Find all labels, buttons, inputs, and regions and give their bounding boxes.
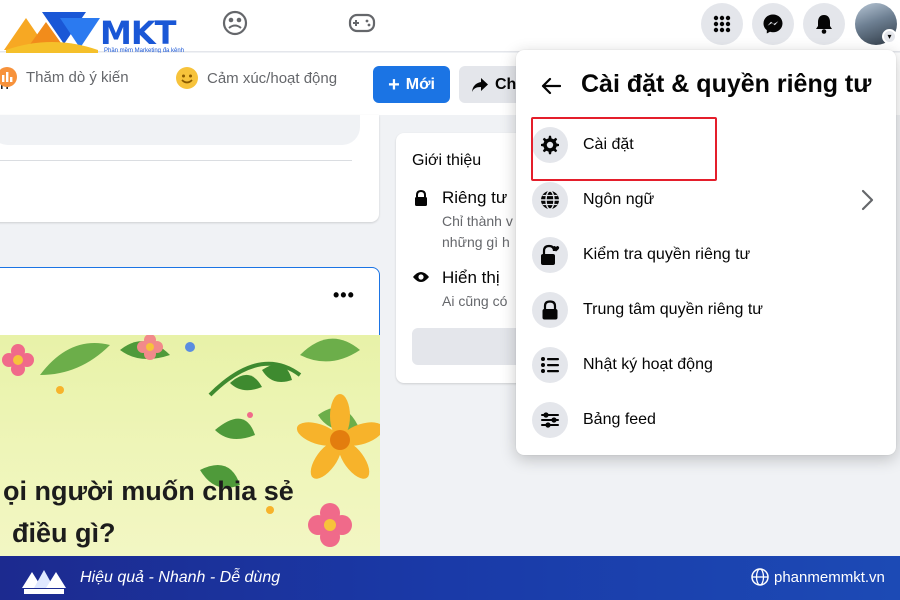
mkt-footer-logo bbox=[22, 570, 66, 594]
post-text-line: ọi người muốn chia sẻ bbox=[3, 476, 294, 506]
new-button[interactable]: + Mới bbox=[373, 66, 450, 103]
more-options-icon[interactable]: ••• bbox=[333, 285, 355, 306]
back-arrow-icon[interactable] bbox=[537, 72, 565, 100]
intro-visibility-title: Hiển thị bbox=[442, 268, 500, 287]
messenger-icon bbox=[763, 14, 783, 34]
menu-item-language[interactable]: Ngôn ngữ bbox=[522, 174, 890, 226]
lock-heart-icon bbox=[532, 237, 568, 273]
chevron-right-icon bbox=[861, 189, 874, 211]
gaming-icon[interactable] bbox=[345, 8, 379, 38]
intro-visibility-sub: Ai cũng có bbox=[442, 293, 508, 309]
feeling-label: Cảm xúc/hoạt động bbox=[207, 69, 338, 87]
poll-label: Thăm dò ý kiến bbox=[26, 68, 129, 86]
poll-action[interactable]: Thăm dò ý kiến bbox=[0, 66, 129, 88]
feeling-action[interactable]: Cảm xúc/hoạt động bbox=[175, 66, 337, 90]
smile-icon bbox=[176, 67, 198, 89]
intro-title: Giới thiệu bbox=[412, 152, 482, 169]
menu-item-label: Kiểm tra quyền riêng tư bbox=[583, 246, 751, 263]
highlight-box bbox=[531, 117, 717, 181]
new-button-label: Mới bbox=[405, 75, 435, 93]
sliders-icon bbox=[532, 402, 568, 438]
menu-grid-button[interactable] bbox=[701, 3, 743, 45]
share-button-label: Ch bbox=[495, 75, 517, 93]
menu-item-label: Bảng feed bbox=[583, 411, 656, 428]
menu-item-privacy-checkup[interactable]: Kiểm tra quyền riêng tư bbox=[522, 229, 890, 281]
composer-divider bbox=[0, 160, 352, 161]
logo-text: MKT bbox=[100, 14, 176, 52]
poll-icon bbox=[0, 67, 17, 87]
eye-icon bbox=[412, 268, 430, 286]
intro-privacy-sub: những gì h bbox=[442, 234, 510, 250]
footer-website[interactable]: phanmemmkt.vn bbox=[774, 569, 885, 586]
footer-banner: Hiệu quả - Nhanh - Dễ dùng phanmemmkt.vn bbox=[0, 556, 900, 600]
menu-item-feed[interactable]: Bảng feed bbox=[522, 394, 890, 446]
menu-item-label: Nhật ký hoạt động bbox=[583, 356, 713, 373]
messenger-button[interactable] bbox=[752, 3, 794, 45]
footer-tagline: Hiệu quả - Nhanh - Dễ dùng bbox=[80, 569, 281, 586]
share-icon bbox=[472, 77, 488, 92]
menu-item-label: Ngôn ngữ bbox=[583, 191, 655, 208]
menu-item-label: Trung tâm quyền riêng tư bbox=[583, 301, 763, 318]
list-icon bbox=[532, 347, 568, 383]
groups-icon[interactable] bbox=[218, 8, 252, 38]
bell-icon bbox=[816, 15, 832, 34]
composer-input[interactable] bbox=[0, 115, 360, 145]
post-text-line: điều gì? bbox=[12, 518, 116, 548]
globe-icon bbox=[532, 182, 568, 218]
intro-privacy-sub: Chỉ thành v bbox=[442, 213, 513, 229]
lock-icon bbox=[412, 189, 430, 207]
mkt-logo: MKT Phần mềm Marketing đa kênh bbox=[2, 4, 192, 54]
chevron-down-icon[interactable]: ▾ bbox=[882, 29, 897, 44]
composer-card bbox=[0, 115, 379, 222]
grid-icon bbox=[713, 15, 731, 33]
lock-icon bbox=[532, 292, 568, 328]
menu-item-privacy-center[interactable]: Trung tâm quyền riêng tư bbox=[522, 284, 890, 336]
menu-item-activity-log[interactable]: Nhật ký hoạt động bbox=[522, 339, 890, 391]
dropdown-title: Cài đặt & quyền riêng tư bbox=[581, 70, 872, 98]
intro-privacy-title: Riêng tư bbox=[442, 188, 508, 207]
plus-icon: + bbox=[388, 73, 400, 96]
notifications-button[interactable] bbox=[803, 3, 845, 45]
globe-icon bbox=[751, 568, 769, 586]
